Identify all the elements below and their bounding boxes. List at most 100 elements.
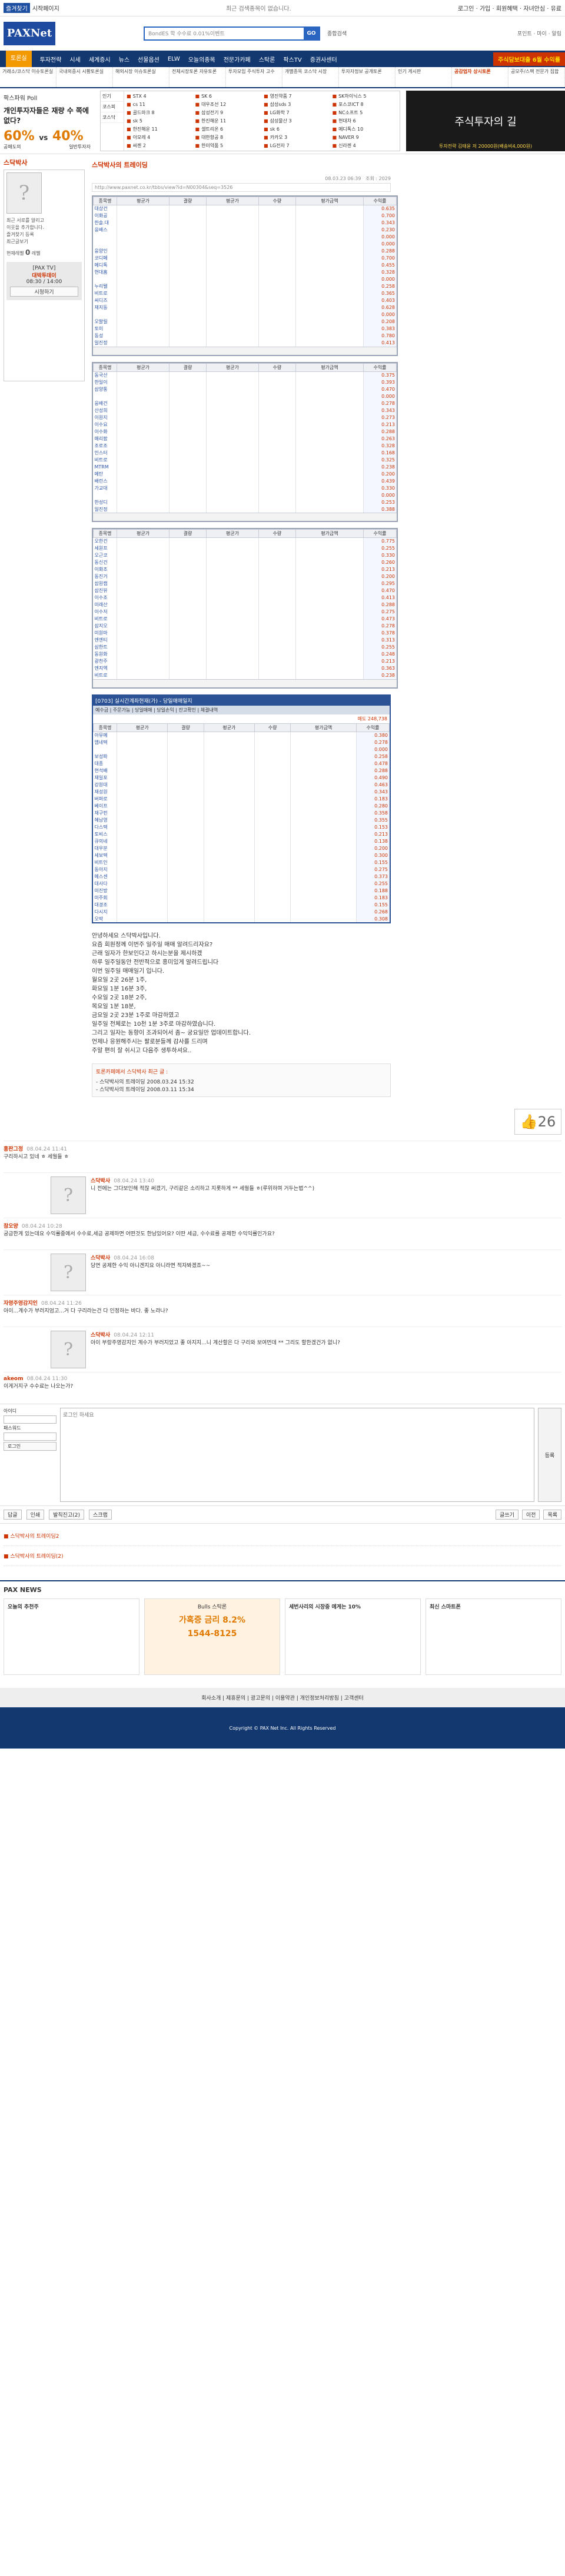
comment-author[interactable]: 스닥박사 08.04.24 13:40 — [91, 1176, 314, 1184]
comment-author[interactable]: 홍판그정 08.04.24 11:41 — [4, 1145, 561, 1152]
paxnet-logo[interactable]: PAXNet — [4, 21, 55, 45]
sub-nav-item[interactable]: 전체시장토론 자유토론 — [170, 67, 226, 87]
sub-nav-item[interactable]: 개별종목 코스닥 시장 — [282, 67, 339, 87]
action-button[interactable]: 목록 — [543, 1510, 561, 1520]
footer-links[interactable]: 회사소개 | 제휴문의 | 광고문의 | 이용약관 | 개인정보처리방침 | 고… — [0, 1688, 565, 1707]
action-button[interactable]: 인쇄 — [26, 1510, 45, 1520]
recent-post-item[interactable]: - 스닥박사의 트레이딩 2008.03.24 15:32 — [96, 1078, 387, 1085]
login-button[interactable]: 로그인 — [4, 1442, 56, 1451]
comment-author[interactable]: 스닥박사 08.04.24 12:11 — [91, 1331, 340, 1338]
action-button[interactable]: 스크랩 — [89, 1510, 112, 1520]
hot-stock-item[interactable]: ■ 씨젠 2 — [127, 142, 192, 149]
hot-stock-tab[interactable]: 코스닥 — [101, 112, 124, 123]
hot-stock-item[interactable]: ■ 한진해운 11 — [127, 126, 192, 132]
poll-question[interactable]: 개인투자자들은 재량 수 쪽에 없다? — [4, 105, 91, 125]
bookmark-button[interactable]: 즐겨찾기 — [4, 3, 30, 13]
nav-promo[interactable]: 주식담보대출 6월 수익률 — [493, 52, 565, 66]
nav-item[interactable]: 뉴스 — [119, 55, 129, 64]
recent-post-title[interactable]: - 스닥박사의 트레이딩 — [96, 1079, 145, 1085]
related-post-link[interactable]: ■ 스닥박사의 트레이딩2 — [4, 1526, 561, 1546]
nav-item[interactable]: 팍스TV — [283, 55, 301, 64]
profile-info-line[interactable]: 이웃을 추가합니다. — [6, 224, 82, 231]
paxtv-watch-button[interactable]: 시청하기 — [10, 287, 78, 297]
hot-stock-item[interactable]: ■ cs 11 — [127, 102, 192, 107]
hot-stock-item[interactable]: ■ 카카오 3 — [264, 134, 329, 141]
sub-nav-item[interactable]: 인기 게시판 — [396, 67, 452, 87]
hot-stock-item[interactable]: ■ NC소프트 5 — [333, 109, 398, 116]
hot-stock-item[interactable]: ■ LG화학 7 — [264, 109, 329, 116]
hot-stock-item[interactable]: ■ 삼성전기 9 — [195, 109, 261, 116]
profile-info-line[interactable]: 최근 서로를 알리고 — [6, 217, 82, 224]
search-go-button[interactable]: GO — [304, 27, 319, 39]
comment-author[interactable]: 스닥박사 08.04.24 16:08 — [91, 1254, 210, 1261]
ad-smartphone[interactable]: 최신 스마트폰 — [426, 1598, 561, 1675]
hot-stock-item[interactable]: ■ 아모레 4 — [127, 134, 192, 141]
hot-stock-item[interactable]: ■ sk 5 — [127, 118, 192, 124]
sub-nav-item[interactable]: 해외시장 이슈토론실 — [113, 67, 170, 87]
nav-item[interactable]: 투자전략 — [40, 55, 62, 64]
comment-author[interactable]: akeom 08.04.24 11:30 — [4, 1376, 561, 1382]
recent-post-item[interactable]: - 스닥박사의 트레이딩 2008.03.11 15:34 — [96, 1085, 387, 1093]
search-input[interactable]: BondES 학 수수료 0.01%이벤트 — [148, 29, 304, 37]
hot-stock-item[interactable]: ■ 신라젠 4 — [333, 142, 398, 149]
hot-stock-item[interactable]: ■ 한진해운 11 — [195, 118, 261, 124]
author-nickname[interactable]: 스닥박사 — [4, 158, 85, 167]
hot-stock-item[interactable]: ■ 셀트리온 6 — [195, 126, 261, 132]
hts-tabs[interactable]: 예수금 | 주문가능 | 당일매매 | 당일손익 | 잔고확인 | 체결내역 — [93, 705, 390, 714]
pw-input[interactable] — [4, 1432, 56, 1441]
hot-stock-item[interactable]: ■ 대우조선 12 — [195, 101, 261, 108]
hot-stock-item[interactable]: ■ sk 6 — [264, 127, 329, 132]
hot-stock-item[interactable]: ■ 골드마크 8 — [127, 109, 192, 116]
nav-item[interactable]: 시세 — [69, 55, 80, 64]
hot-stock-tab[interactable]: 인기 — [101, 91, 124, 102]
hot-stock-item[interactable]: ■ 메디톡스 10 — [333, 126, 398, 132]
profile-info-line[interactable]: 즐겨찾기 등록 — [6, 231, 82, 238]
hot-stock-item[interactable]: ■ NAVER 9 — [333, 135, 398, 140]
hot-stock-item[interactable]: ■ 현대차 6 — [333, 118, 398, 124]
nav-item[interactable]: 선물옵션 — [138, 55, 159, 64]
action-button[interactable]: 글쓰기 — [496, 1510, 519, 1520]
startpage-button[interactable]: 시작페이지 — [32, 4, 59, 12]
profile-info-line[interactable]: 최근글보기 — [6, 238, 82, 245]
id-input[interactable] — [4, 1415, 56, 1424]
comment-author[interactable]: 참오양 08.04.24 10:28 — [4, 1222, 561, 1229]
sub-nav-item[interactable]: 공모주/스팩 전문가 집합 — [508, 67, 565, 87]
post-url[interactable]: http://www.paxnet.co.kr/tbbs/view?id=N00… — [92, 183, 391, 192]
nav-item[interactable]: 전문가카페 — [224, 55, 251, 64]
nav-item[interactable]: 증권사센터 — [310, 55, 337, 64]
comment-textarea[interactable] — [60, 1408, 534, 1502]
sub-nav-item[interactable]: 투자자정보 공개토론 — [339, 67, 396, 87]
nav-item[interactable]: 스탁론 — [259, 55, 275, 64]
advanced-search-link[interactable]: 종합검색 — [327, 29, 347, 37]
hot-stock-item[interactable]: ■ LG전자 7 — [264, 142, 329, 149]
comment-author[interactable]: 자영주영감지인 08.04.24 11:26 — [4, 1299, 561, 1307]
hot-stock-item[interactable]: ■ 삼성물산 3 — [264, 118, 329, 124]
hot-stock-item[interactable]: ■ 영진약품 7 — [264, 93, 329, 99]
sub-nav-item[interactable]: 공감업자 상시토론 — [452, 67, 508, 87]
action-button[interactable]: 이전 — [521, 1510, 540, 1520]
comment-submit-button[interactable]: 등록 — [538, 1408, 561, 1502]
hot-stock-item[interactable]: ■ 삼성sds 3 — [264, 101, 329, 108]
action-button[interactable]: 발칙진고(2) — [49, 1510, 84, 1520]
recent-post-title[interactable]: - 스닥박사의 트레이딩 — [96, 1087, 145, 1093]
ad-today-pick[interactable]: 오늘의 추천주 — [4, 1598, 139, 1675]
ad-market[interactable]: 세번사리의 시장중 에게는 10% — [285, 1598, 421, 1675]
nav-item[interactable]: ELW — [168, 56, 180, 62]
hot-stock-item[interactable]: ■ 대한항공 8 — [195, 134, 261, 141]
hot-stock-item[interactable]: ■ STX 4 — [127, 94, 192, 99]
nav-item[interactable]: 토론실 — [6, 51, 32, 67]
nav-item[interactable]: 오늘의종목 — [188, 55, 215, 64]
search-box[interactable]: BondES 학 수수료 0.01%이벤트 GO — [144, 26, 320, 41]
related-post-link[interactable]: ■ 스닥박사의 트레이딩(2) — [4, 1546, 561, 1566]
action-button[interactable]: 답글 — [4, 1510, 22, 1520]
hot-stock-item[interactable]: ■ SK하이닉스 5 — [333, 93, 398, 99]
recommend-button[interactable]: 👍 26 — [514, 1109, 561, 1135]
sub-nav-item[interactable]: 국내외증시 시황토론실 — [56, 67, 113, 87]
hot-stock-item[interactable]: ■ 한미약품 5 — [195, 142, 261, 149]
ad-bulls-stockloan[interactable]: Bulls 스탁론 가혹증 금리 8.2% 1544-8125 — [144, 1598, 280, 1675]
hot-stock-tab[interactable]: 코스피 — [101, 102, 124, 112]
header-right-links[interactable]: 포인트 · 마이 · 알림 — [517, 29, 561, 37]
sub-nav-item[interactable]: 투자모임 주식투자 고수 — [226, 67, 282, 87]
sub-nav-item[interactable]: 거래소/코스닥 이슈토론실 — [0, 67, 56, 87]
book-ad-banner[interactable]: 주식투자의 길 투자전략 김태윤 저 20000원(배송비4,000원) — [406, 91, 565, 151]
